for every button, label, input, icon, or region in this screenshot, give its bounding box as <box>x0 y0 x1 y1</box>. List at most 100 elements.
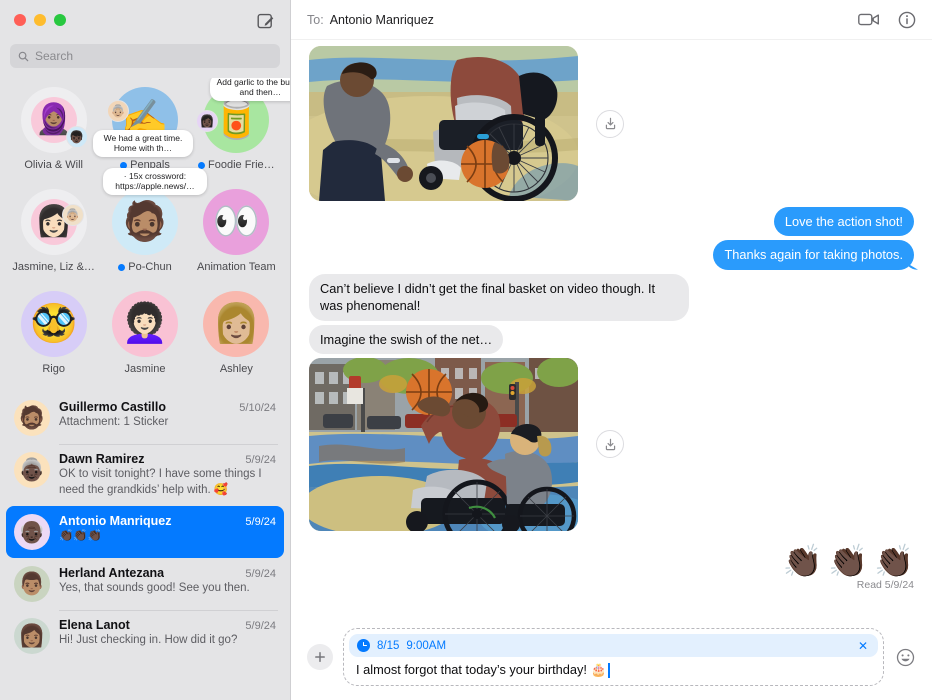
recipient-name[interactable]: Antonio Manriquez <box>330 13 434 27</box>
message-bubble[interactable]: Imagine the swish of the net… <box>309 324 504 354</box>
suggestion-time: 9:00AM <box>406 639 447 652</box>
conversation-list: 🧔🏽 Guillermo Castillo 5/10/24 Attachment: 1… <box>0 392 290 662</box>
conversation-list-item[interactable]: 👴🏿 Antonio Manriquez 5/9/24 👏🏿👏🏿👏🏿 <box>6 506 284 559</box>
pinned-conversation-po-chun[interactable]: 🧔🏽 · 15x crossword: https://apple.news/… P… <box>99 168 207 280</box>
pinned-label: Rigo <box>42 363 65 375</box>
avatar: 👩🏽 <box>14 618 50 655</box>
message-bubble[interactable]: Can’t believe I didn’t get the final bas… <box>309 273 689 321</box>
sidebar-titlebar <box>0 0 290 40</box>
pinned-name: Foodie Frie… <box>208 159 275 171</box>
avatar: 👀 <box>200 186 272 258</box>
message-text-input[interactable]: I almost forgot that today’s your birthd… <box>349 657 878 681</box>
plus-icon[interactable] <box>307 644 333 670</box>
conversation-body: Herland Antezana 5/9/24 Yes, that sounds g… <box>59 566 276 597</box>
download-icon[interactable] <box>596 109 624 138</box>
conversation-list-item[interactable]: 👩🏽 Elena Lanot 5/9/24 Hi! Just checking in.… <box>6 610 284 662</box>
pinned-label: Foodie Frie… <box>198 159 275 171</box>
traffic-lights <box>14 14 66 26</box>
smart-date-suggestion[interactable]: 8/15 9:00AM ✕ <box>349 634 878 657</box>
conversation-top-row: Guillermo Castillo 5/10/24 <box>59 400 276 414</box>
close-x-icon[interactable]: ✕ <box>856 640 870 652</box>
pinned-conversation-jasmine-liz[interactable]: 👩🏻 👵🏼 Jasmine, Liz &… <box>8 186 99 280</box>
avatar: 👨🏽 <box>14 566 50 603</box>
conversation-name: Antonio Manriquez <box>59 514 172 529</box>
search-icon <box>18 51 29 61</box>
search-placeholder: Search <box>35 49 74 63</box>
conversation-name: Dawn Ramirez <box>59 452 145 466</box>
pinned-conversation-jasmine[interactable]: 👩🏻‍🦱 Jasmine <box>99 288 190 382</box>
pinned-label: Olivia & Will <box>24 159 83 171</box>
message-bubble[interactable]: Love the action shot! <box>773 207 914 237</box>
avatar: 🥸 <box>18 288 90 360</box>
avatar: 👩🏻‍🦱 <box>109 288 181 360</box>
conversation-body: Elena Lanot 5/9/24 Hi! Just checking in. H… <box>59 618 276 649</box>
pinned-message-preview: We had a great time. Home with th… <box>92 130 193 157</box>
conversation-body: Antonio Manriquez 5/9/24 👏🏿👏🏿👏🏿 <box>59 514 276 545</box>
clapping-hands-icon: 👏🏿 <box>874 542 914 579</box>
download-icon[interactable] <box>596 430 624 459</box>
pinned-name: Jasmine, Liz &… <box>12 261 95 273</box>
message-photo[interactable] <box>309 46 578 201</box>
message-row: Love the action shot! <box>309 207 914 237</box>
photo-wheelchair-basketball-2 <box>309 357 578 531</box>
video-camera-icon[interactable] <box>858 12 880 27</box>
pinned-label: Animation Team <box>197 261 276 273</box>
pinned-name: Jasmine <box>124 363 166 375</box>
conversation-top-row: Elena Lanot 5/9/24 <box>59 618 276 632</box>
info-circle-icon[interactable] <box>898 11 916 29</box>
search-input[interactable]: Search <box>10 44 280 68</box>
message-bubble[interactable]: Thanks again for taking photos. <box>713 240 914 270</box>
message-input-container[interactable]: 8/15 9:00AM ✕ I almost forgot that today… <box>343 628 884 686</box>
avatar-secondary: 👵🏼 <box>61 204 84 226</box>
conversation-top-row: Herland Antezana 5/9/24 <box>59 566 276 580</box>
conversation-list-item[interactable]: 🧔🏽 Guillermo Castillo 5/10/24 Attachment: 1… <box>6 392 284 444</box>
pinned-conversation-animation-team[interactable]: 👀 Animation Team <box>191 186 282 280</box>
message-draft-text: I almost forgot that today’s your birthd… <box>356 662 607 677</box>
zoom-window-button[interactable] <box>54 14 66 26</box>
pinned-conversations-grid: 🧕🏽 👦🏿 Olivia & Will ✍️ 👵🏼 We had a great time… <box>0 78 290 392</box>
pinned-conversation-olivia-will[interactable]: 🧕🏽 👦🏿 Olivia & Will <box>8 84 99 178</box>
clock-icon <box>357 639 370 652</box>
compose-pencil-icon[interactable] <box>254 9 276 31</box>
clapping-hands-icon: 👏🏿 <box>828 542 869 579</box>
pinned-message-preview: · 15x crossword: https://apple.news/… <box>102 168 207 195</box>
message-row <box>309 357 914 531</box>
conversation-name: Elena Lanot <box>59 618 130 633</box>
pinned-label: Po-Chun <box>118 261 172 273</box>
smiley-face-icon[interactable] <box>894 646 916 668</box>
pinned-name: Animation Team <box>196 261 276 273</box>
sidebar: Search 🧕🏽 👦🏿 Olivia & Will ✍️ 👵🏼 We had a gre… <box>0 0 291 700</box>
pinned-name: Po-Chun <box>128 261 172 273</box>
conversation-list-item[interactable]: 👨🏽 Herland Antezana 5/9/24 Yes, that sounds… <box>6 558 284 610</box>
avatar: 🥫👩🏿Add garlic to the butter, and then… <box>196 78 290 156</box>
conversation-preview: Yes, that sounds good! See you then. <box>59 582 250 595</box>
conversation-date: 5/10/24 <box>239 402 276 414</box>
message-row <box>309 46 914 201</box>
search-container: Search <box>0 40 290 78</box>
message-photo[interactable] <box>309 357 578 531</box>
pinned-conversation-ashley[interactable]: 👩🏼 Ashley <box>191 288 282 382</box>
conversation-list-item[interactable]: 👵🏿 Dawn Ramirez 5/9/24 OK to visit tonight?… <box>6 444 284 506</box>
conversation-body: Dawn Ramirez 5/9/24 OK to visit tonight? I… <box>59 452 276 498</box>
pinned-conversation-foodie-frie[interactable]: 🥫👩🏿Add garlic to the butter, and then… Fo… <box>191 78 290 178</box>
close-window-button[interactable] <box>14 14 26 26</box>
avatar-image: 👀 <box>203 189 270 255</box>
pinned-conversation-rigo[interactable]: 🥸 Rigo <box>8 288 99 382</box>
avatar-image: 👩🏻‍🦱 <box>111 291 178 357</box>
suggestion-date: 8/15 <box>377 639 400 652</box>
photo-wheelchair-basketball-1 <box>309 46 578 201</box>
sidebar-scroll-area[interactable]: 🧕🏽 👦🏿 Olivia & Will ✍️ 👵🏼 We had a great time… <box>0 78 290 700</box>
to-label: To: <box>307 12 324 27</box>
conversation-preview: OK to visit tonight? I have some things … <box>59 468 262 496</box>
pinned-label: Ashley <box>220 363 253 375</box>
avatar-image: 👩🏼 <box>203 291 270 357</box>
avatar-secondary: 👵🏼 <box>106 100 129 122</box>
avatar: 🧔🏽 <box>14 400 50 436</box>
message-reactions: 👏🏿 👏🏿 👏🏿 <box>309 545 914 577</box>
messages-window: Search 🧕🏽 👦🏿 Olivia & Will ✍️ 👵🏼 We had a gre… <box>0 0 932 700</box>
pinned-conversation-penpals[interactable]: ✍️ 👵🏼 We had a great time. Home with th… Pe… <box>92 84 193 178</box>
message-thread[interactable]: Love the action shot! Thanks again for ta… <box>291 40 932 620</box>
download-icon <box>605 117 615 130</box>
pinned-label: Jasmine, Liz &… <box>12 261 95 273</box>
minimize-window-button[interactable] <box>34 14 46 26</box>
